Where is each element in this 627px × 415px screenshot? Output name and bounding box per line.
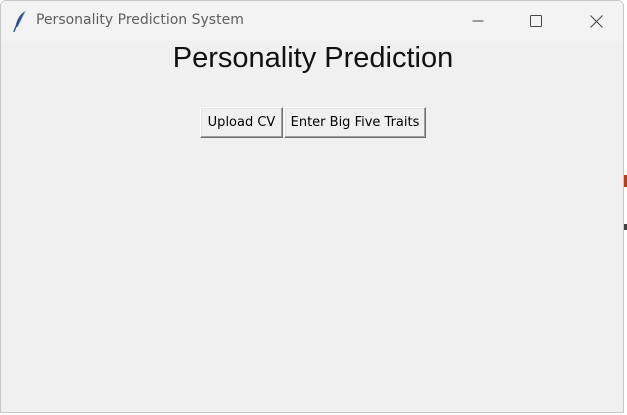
maximize-icon <box>530 15 542 27</box>
close-icon <box>589 14 603 28</box>
upload-cv-button[interactable]: Upload CV <box>200 107 283 138</box>
window-title: Personality Prediction System <box>36 12 244 28</box>
enter-big-five-traits-button[interactable]: Enter Big Five Traits <box>284 107 426 138</box>
page-title: Personality Prediction <box>172 42 454 74</box>
feather-icon <box>13 10 26 32</box>
title-bar[interactable]: Personality Prediction System <box>1 1 623 41</box>
app-window: Personality Prediction System Personalit… <box>0 0 624 413</box>
maximize-button[interactable] <box>513 1 559 41</box>
minimize-button[interactable] <box>455 1 501 41</box>
minimize-icon <box>472 20 484 22</box>
close-button[interactable] <box>573 1 619 41</box>
